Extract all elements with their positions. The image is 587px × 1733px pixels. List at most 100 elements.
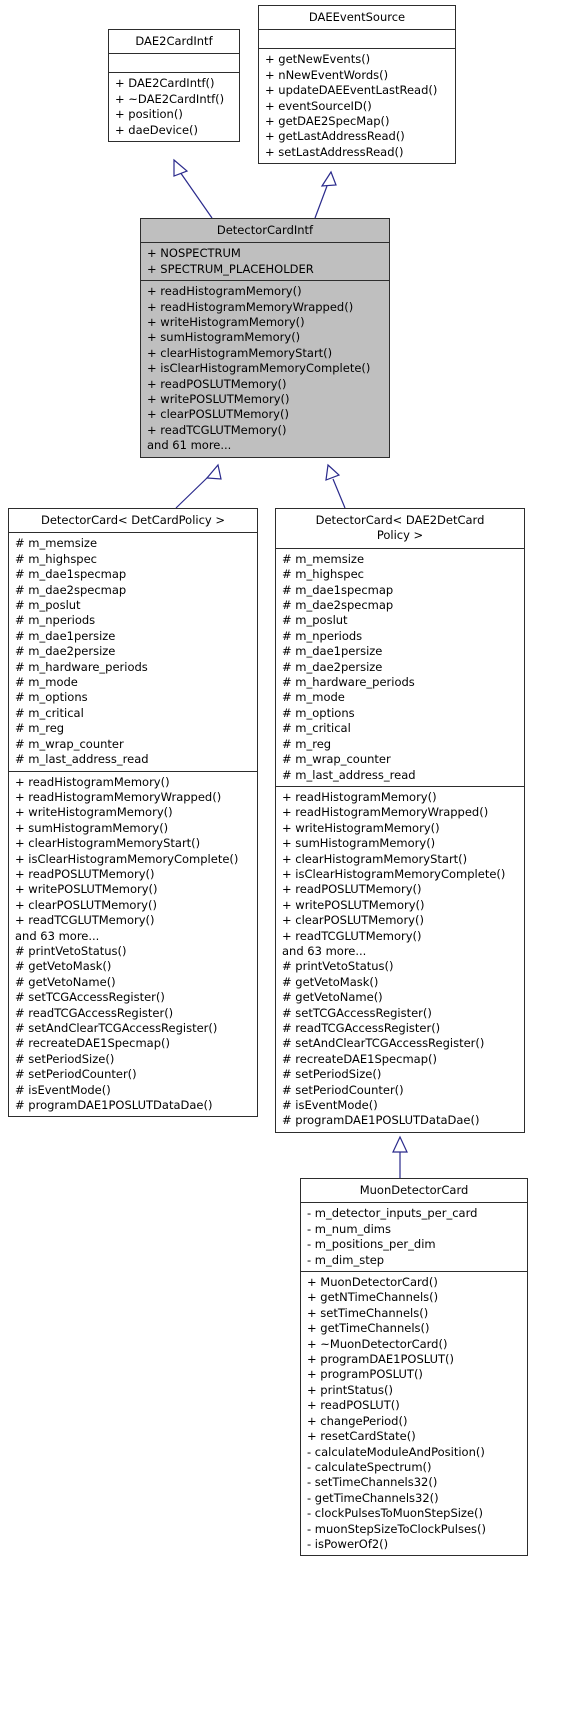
class-member-row: + readHistogramMemory() xyxy=(147,284,302,299)
class-member-row: # m_dae1persize xyxy=(15,628,116,643)
class-member-row: + programPOSLUT() xyxy=(307,1367,423,1382)
class-member-row: # setPeriodCounter() xyxy=(15,1067,137,1082)
class-member-row: + setLastAddressRead() xyxy=(265,144,404,159)
class-member-row: - getTimeChannels32() xyxy=(307,1490,439,1505)
class-node-muondetectorcard[interactable]: MuonDetectorCard - m_detector_inputs_per… xyxy=(300,1178,528,1557)
class-member-row: + readPOSLUTMemory() xyxy=(282,882,422,897)
class-node-daeeventsource[interactable]: DAEEventSource + getNewEvents() + nNewEve… xyxy=(258,5,456,165)
class-member-row: # m_poslut xyxy=(282,613,348,628)
class-title: MuonDetectorCard xyxy=(359,1183,469,1197)
class-member-row: # m_highspec xyxy=(282,567,365,582)
class-member-row: # getVetoMask() xyxy=(282,974,379,989)
class-member-row: + readHistogramMemoryWrapped() xyxy=(147,299,354,314)
class-member-row: # setPeriodCounter() xyxy=(282,1082,404,1097)
edge-detectorcardintf-to-dae2cardintf xyxy=(173,158,213,219)
class-member-row: # m_last_address_read xyxy=(15,752,149,767)
class-member-row: - calculateModuleAndPosition() xyxy=(307,1444,485,1459)
class-member-row: # m_hardware_periods xyxy=(15,659,148,674)
class-member-row: # getVetoName() xyxy=(282,990,383,1005)
class-member-row: # programDAE1POSLUTDataDae() xyxy=(282,1113,480,1128)
class-member-row: + NOSPECTRUM xyxy=(147,246,241,261)
class-member-row: + getNTimeChannels() xyxy=(307,1290,439,1305)
attributes-compartment xyxy=(109,54,239,72)
class-member-row: + ~MuonDetectorCard() xyxy=(307,1336,448,1351)
class-member-row: - m_dim_step xyxy=(307,1252,385,1267)
class-member-row: + readPOSLUTMemory() xyxy=(147,376,287,391)
class-member-row: + getDAE2SpecMap() xyxy=(265,114,390,129)
class-member-row: + position() xyxy=(115,107,183,122)
edge-muondetectorcard-to-detectorcard-dae2 xyxy=(392,1135,408,1178)
class-member-row: + readHistogramMemory() xyxy=(15,774,170,789)
class-member-row: # getVetoName() xyxy=(15,974,116,989)
class-member-row: # m_wrap_counter xyxy=(15,736,124,751)
class-member-row: + isClearHistogramMemoryComplete() xyxy=(15,851,239,866)
class-member-row: # recreateDAE1Specmap() xyxy=(282,1051,437,1066)
class-member-row: + nNewEventWords() xyxy=(265,67,389,82)
class-member-row: + ~DAE2CardIntf() xyxy=(115,91,225,106)
class-member-row: + daeDevice() xyxy=(115,122,199,137)
class-member-row: + readHistogramMemory() xyxy=(282,789,437,804)
class-node-detectorcardintf[interactable]: DetectorCardIntf + NOSPECTRUM + SPECTRUM_… xyxy=(140,218,390,458)
class-member-row: - calculateSpectrum() xyxy=(307,1459,432,1474)
class-member-row: # programDAE1POSLUTDataDae() xyxy=(15,1098,213,1113)
class-title: DetectorCard< DAE2DetCard Policy > xyxy=(315,513,485,543)
class-member-row: + DAE2CardIntf() xyxy=(115,76,215,91)
class-title: DetectorCard< DetCardPolicy > xyxy=(40,513,226,527)
class-member-row: + readPOSLUTMemory() xyxy=(15,866,155,881)
edge-detectorcard-det-to-detectorcardintf xyxy=(175,463,222,509)
class-member-row: # m_nperiods xyxy=(282,628,363,643)
class-member-row: # m_dae1persize xyxy=(282,644,383,659)
class-node-detectorcard-detcardpolicy[interactable]: DetectorCard< DetCardPolicy > # m_memsiz… xyxy=(8,508,258,1118)
operations-compartment: + DAE2CardIntf() + ~DAE2CardIntf() + posit… xyxy=(109,73,239,141)
class-member-row: + updateDAEEventLastRead() xyxy=(265,83,438,98)
class-member-row: # setPeriodSize() xyxy=(15,1051,115,1066)
class-member-row: + readPOSLUT() xyxy=(307,1398,400,1413)
class-member-row: # setAndClearTCGAccessRegister() xyxy=(282,1036,485,1051)
class-member-row: + writeHistogramMemory() xyxy=(282,820,440,835)
operations-compartment: + readHistogramMemory() + readHistogramMe… xyxy=(141,281,389,456)
operations-compartment: + readHistogramMemory() + readHistogramMe… xyxy=(276,787,524,1132)
class-member-row: # m_hardware_periods xyxy=(282,675,415,690)
class-member-row: # m_dae2specmap xyxy=(282,598,394,613)
class-member-row: # m_reg xyxy=(282,736,332,751)
class-node-dae2cardintf[interactable]: DAE2CardIntf + DAE2CardIntf() + ~DAE2Card… xyxy=(108,29,240,143)
operations-compartment: + readHistogramMemory() + readHistogramMe… xyxy=(9,772,257,1117)
class-diagram-canvas: DAE2CardIntf + DAE2CardIntf() + ~DAE2Card… xyxy=(0,0,587,1733)
class-member-row: - clockPulsesToMuonStepSize() xyxy=(307,1506,484,1521)
class-member-row: + writeHistogramMemory() xyxy=(15,805,173,820)
class-member-row: + clearHistogramMemoryStart() xyxy=(147,345,333,360)
class-member-row: # setTCGAccessRegister() xyxy=(282,1005,432,1020)
class-member-row: # m_memsize xyxy=(15,536,98,551)
class-member-row: + getNewEvents() xyxy=(265,52,371,67)
class-member-row: # m_dae2persize xyxy=(282,659,383,674)
class-title: DAE2CardIntf xyxy=(135,34,213,48)
class-member-row: + clearHistogramMemoryStart() xyxy=(282,851,468,866)
class-member-row: # recreateDAE1Specmap() xyxy=(15,1036,170,1051)
class-member-row: and 63 more... xyxy=(15,928,100,943)
class-member-row: + isClearHistogramMemoryComplete() xyxy=(282,866,506,881)
class-member-row: and 61 more... xyxy=(147,438,232,453)
edge-detectorcardintf-to-daeeventsource xyxy=(314,170,337,219)
class-member-row: # isEventMode() xyxy=(15,1082,111,1097)
operations-compartment: + MuonDetectorCard() + getNTimeChannels()… xyxy=(301,1272,527,1555)
class-member-row: # printVetoStatus() xyxy=(15,943,127,958)
class-member-row: # printVetoStatus() xyxy=(282,959,394,974)
class-member-row: + readTCGLUTMemory() xyxy=(15,913,155,928)
class-member-row: + MuonDetectorCard() xyxy=(307,1275,438,1290)
class-member-row: # m_critical xyxy=(282,721,351,736)
class-member-row: # m_dae1specmap xyxy=(282,582,394,597)
class-member-row: # m_options xyxy=(15,690,88,705)
class-member-row: + writeHistogramMemory() xyxy=(147,315,305,330)
class-member-row: + eventSourceID() xyxy=(265,98,372,113)
class-member-row: # m_critical xyxy=(15,705,84,720)
class-member-row: + programDAE1POSLUT() xyxy=(307,1352,455,1367)
class-node-detectorcard-dae2detcardpolicy[interactable]: DetectorCard< DAE2DetCard Policy > # m_m… xyxy=(275,508,525,1133)
class-member-row: - m_num_dims xyxy=(307,1221,391,1236)
class-member-row: + changePeriod() xyxy=(307,1413,408,1428)
class-member-row: - m_detector_inputs_per_card xyxy=(307,1206,478,1221)
class-title: DAEEventSource xyxy=(308,10,406,24)
attributes-compartment: # m_memsize # m_highspec # m_dae1specmap # … xyxy=(9,533,257,770)
class-member-row: # setTCGAccessRegister() xyxy=(15,990,165,1005)
class-member-row: + getLastAddressRead() xyxy=(265,129,405,144)
class-member-row: # m_mode xyxy=(282,690,345,705)
